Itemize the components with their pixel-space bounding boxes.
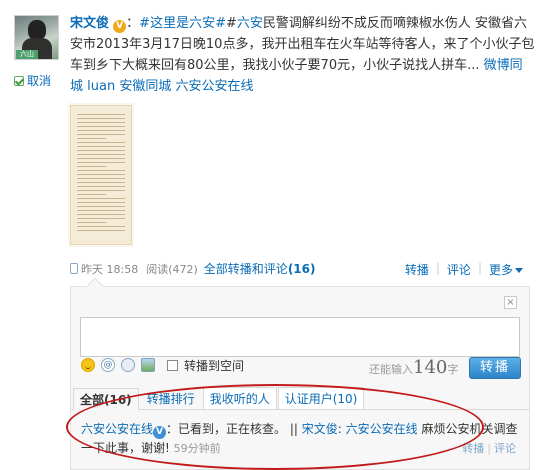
unfollow-label: 取消 — [27, 74, 52, 88]
tab-following[interactable]: 我收听的人 — [202, 387, 277, 409]
panel-caret — [86, 277, 104, 295]
tab-all[interactable]: 全部(16) — [73, 388, 139, 410]
thumbnail-text-line — [77, 162, 125, 163]
comment-actions: 转播 | 评论 — [459, 440, 519, 456]
reply-mention-link[interactable]: 六安公安在线 — [346, 422, 418, 436]
thumbnail-text-line — [77, 206, 125, 207]
post-text: 宋文俊 V ：#这里是六安##六安民警调解纠纷不成反而嘀辣椒水伤人 安徽省六安市2… — [70, 16, 535, 94]
image-upload-icon[interactable] — [141, 358, 155, 372]
thumbnail-text-line — [77, 226, 125, 227]
all-reposts-label: 全部转播和评论 — [203, 262, 288, 276]
all-reposts-link[interactable]: 全部转播和评论(16) — [204, 260, 316, 277]
luan-link[interactable]: luan — [87, 79, 115, 94]
thumbnail-text-line — [77, 194, 106, 195]
thumbnail-text-line — [77, 198, 125, 199]
post-image-thumbnail[interactable] — [70, 105, 132, 245]
unfollow-button[interactable]: 取消 — [14, 72, 51, 89]
author-avatar[interactable]: 六山 — [14, 15, 59, 60]
read-count: 阅读(472) — [146, 262, 198, 276]
topic-tag-link[interactable]: #这里是六安# — [139, 16, 226, 31]
thumbnail-text-line — [77, 186, 125, 187]
repost-button[interactable]: 转播 — [398, 261, 436, 278]
comment-user-link[interactable]: 六安公安在线 — [81, 422, 153, 436]
comment-reply-button[interactable]: 评论 — [491, 442, 519, 455]
close-button[interactable]: × — [504, 296, 517, 309]
remain-count: 140 — [413, 357, 448, 378]
comment-text: ：已看到，正在核查。 || — [166, 422, 298, 436]
emoji-icon[interactable] — [81, 358, 95, 372]
remain-prefix: 还能输入 — [369, 363, 413, 376]
repost-textarea[interactable] — [80, 317, 520, 357]
topic-icon[interactable] — [121, 358, 135, 372]
thumbnail-text-line — [77, 170, 125, 171]
thumbnail-text-line — [77, 114, 125, 115]
more-button[interactable]: 更多 — [482, 261, 530, 278]
list-item: 六安公安在线 V ：已看到，正在核查。 || 宋文俊: 六安公安在线 麻烦公安机关调… — [81, 420, 521, 458]
thumbnail-text-line — [77, 174, 125, 175]
post-time: 昨天 18:58 — [81, 262, 139, 276]
topic-tag-luan-link[interactable]: 六安 — [237, 16, 263, 31]
check-icon — [14, 75, 24, 86]
author-name[interactable]: 宋文俊 — [70, 16, 109, 31]
repost-tabs: 全部(16) 转播排行 我收听的人 认证用户(10) — [71, 387, 529, 410]
verified-badge-icon: V — [153, 426, 167, 439]
thumbnail-text-line — [77, 182, 125, 183]
more-label: 更多 — [488, 263, 513, 277]
tab-repost-ranking[interactable]: 转播排行 — [140, 387, 202, 409]
also-post-label: 转播到空间 — [184, 358, 245, 373]
reply-user-link[interactable]: 宋文俊 — [302, 422, 338, 436]
thumbnail-text-line — [77, 190, 125, 191]
thumbnail-text-line — [77, 150, 125, 151]
thumbnail-text-line — [77, 142, 125, 143]
chevron-down-icon — [515, 268, 523, 273]
thumbnail-text-line — [77, 118, 125, 119]
thumbnail-text-line — [77, 178, 125, 179]
mobile-icon — [70, 263, 78, 274]
at-mention-icon[interactable]: @ — [101, 358, 115, 372]
remain-suffix: 字 — [447, 363, 459, 376]
luan-police-link[interactable]: 六安公安在线 — [176, 79, 254, 94]
submit-repost-button[interactable]: 转播 — [469, 357, 521, 379]
avatar-stamp: 六山 — [16, 50, 38, 59]
thumbnail-text-line — [77, 138, 106, 139]
composer-toolbar: @ 转播到空间 — [81, 355, 244, 375]
thumbnail-text-line — [77, 158, 125, 159]
thumbnail-text-line — [77, 146, 125, 147]
thumbnail-text-line — [77, 130, 125, 131]
thumbnail-text-line — [77, 210, 125, 211]
thumbnail-text-line — [77, 154, 125, 155]
thumbnail-text-line — [77, 214, 125, 215]
post-actions: 转播 | 评论 | 更多 — [398, 261, 530, 278]
comment-button[interactable]: 评论 — [440, 261, 478, 278]
comment-time: 59分钟前 — [173, 442, 221, 455]
thumbnail-text-line — [77, 230, 125, 231]
comment-repost-button[interactable]: 转播 — [459, 442, 487, 455]
thumbnail-text-line — [77, 134, 125, 135]
verified-badge-icon: V — [113, 20, 127, 33]
thumbnail-text-line — [77, 122, 125, 123]
anhui-city-link[interactable]: 安徽同城 — [119, 79, 171, 94]
tab-verified-users[interactable]: 认证用户(10) — [277, 387, 365, 409]
thumbnail-text-line — [77, 222, 106, 223]
thumbnail-text-line — [77, 126, 125, 127]
avatar-head — [28, 20, 46, 40]
post-meta: 昨天 18:58 阅读(472) 全部转播和评论(16) — [70, 260, 315, 277]
reply-separator: : — [337, 422, 342, 436]
thumbnail-text-line — [77, 202, 125, 203]
thumbnail-text-line — [77, 218, 125, 219]
thumbnail-text-line — [77, 166, 106, 167]
all-reposts-count: (16) — [287, 262, 316, 276]
also-post-checkbox[interactable] — [167, 359, 178, 371]
repost-panel: × @ 转播到空间 还能输入140字 转播 全部(16) 转播排行 我收听的人 … — [70, 277, 530, 470]
char-remaining: 还能输入140字 — [369, 357, 458, 378]
